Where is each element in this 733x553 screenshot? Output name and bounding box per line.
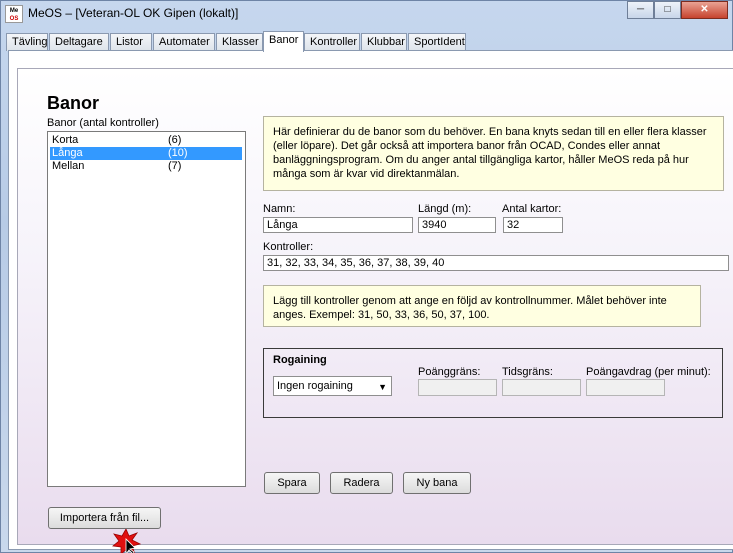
tab-kontroller[interactable]: Kontroller: [304, 33, 360, 51]
tab-klasser[interactable]: Klasser: [216, 33, 263, 51]
tab-klubbar[interactable]: Klubbar: [361, 33, 407, 51]
point-deduction-field[interactable]: [586, 379, 665, 396]
rogaining-group: Rogaining Ingen rogaining ▼ Poänggräns: …: [263, 348, 723, 418]
tab-deltagare[interactable]: Deltagare: [49, 33, 109, 51]
page-title: Banor: [47, 93, 100, 113]
tab-tavling[interactable]: Tävling: [6, 33, 48, 51]
course-control-count: (6): [168, 134, 182, 146]
length-label: Längd (m):: [418, 203, 472, 215]
course-name: Korta: [52, 134, 79, 146]
new-course-button[interactable]: Ny bana: [403, 472, 471, 494]
tab-banor[interactable]: Banor: [263, 31, 304, 52]
course-name-field[interactable]: Långa: [263, 217, 413, 233]
time-limit-label: Tidsgräns:: [502, 366, 553, 378]
point-deduction-label: Poängavdrag (per minut):: [586, 366, 711, 378]
tab-automater[interactable]: Automater: [153, 33, 215, 51]
click-indicator-icon: [112, 529, 141, 553]
controls-field[interactable]: 31, 32, 33, 34, 35, 36, 37, 38, 39, 40: [263, 255, 729, 271]
rogaining-mode-select[interactable]: Ingen rogaining ▼: [273, 376, 392, 396]
maps-label: Antal kartor:: [502, 203, 562, 215]
time-limit-field[interactable]: [502, 379, 581, 396]
point-limit-label: Poänggräns:: [418, 366, 481, 378]
window-title: MeOS – [Veteran-OL OK Gipen (lokalt)]: [28, 6, 239, 20]
name-label: Namn:: [263, 203, 296, 215]
tab-panel: Banor Banor (antal kontroller) Korta (6)…: [8, 50, 733, 550]
tab-strip: Tävling Deltagare Listor Automater Klass…: [6, 31, 730, 52]
point-limit-field[interactable]: [418, 379, 497, 396]
course-list[interactable]: Korta (6) Långa (10) Mellan (7): [47, 131, 246, 487]
list-item[interactable]: Mellan (7): [50, 160, 242, 173]
save-button[interactable]: Spara: [264, 472, 320, 494]
meos-app-icon[interactable]: Me OS: [5, 5, 23, 23]
controls-hint-box: Lägg till kontroller genom att ange en f…: [263, 285, 701, 327]
minimize-button[interactable]: ─: [627, 1, 654, 19]
courses-page: Banor Banor (antal kontroller) Korta (6)…: [17, 68, 733, 545]
tab-listor[interactable]: Listor: [110, 33, 152, 51]
chevron-down-icon: ▼: [378, 382, 387, 392]
list-item[interactable]: Långa (10): [50, 147, 242, 160]
course-control-count: (7): [168, 160, 182, 172]
rogaining-title: Rogaining: [273, 354, 327, 366]
import-from-file-button[interactable]: Importera från fil...: [48, 507, 161, 529]
app-window: Me OS MeOS – [Veteran-OL OK Gipen (lokalt…: [0, 0, 733, 553]
course-name: Mellan: [52, 160, 85, 172]
map-count-field[interactable]: 32: [503, 217, 563, 233]
course-length-field[interactable]: 3940: [418, 217, 496, 233]
rogaining-mode-value: Ingen rogaining: [277, 380, 353, 392]
course-list-label: Banor (antal kontroller): [47, 117, 159, 129]
info-box: Här definierar du de banor som du behöve…: [263, 116, 724, 191]
controls-label: Kontroller:: [263, 241, 314, 253]
close-button[interactable]: ✕: [681, 1, 728, 19]
course-control-count: (10): [168, 147, 188, 159]
title-bar[interactable]: Me OS MeOS – [Veteran-OL OK Gipen (lokalt…: [1, 1, 733, 27]
maximize-button[interactable]: □: [654, 1, 681, 19]
course-name: Långa: [52, 147, 83, 159]
list-item[interactable]: Korta (6): [50, 134, 242, 147]
delete-button[interactable]: Radera: [330, 472, 393, 494]
tab-sportident[interactable]: SportIdent: [408, 33, 466, 51]
